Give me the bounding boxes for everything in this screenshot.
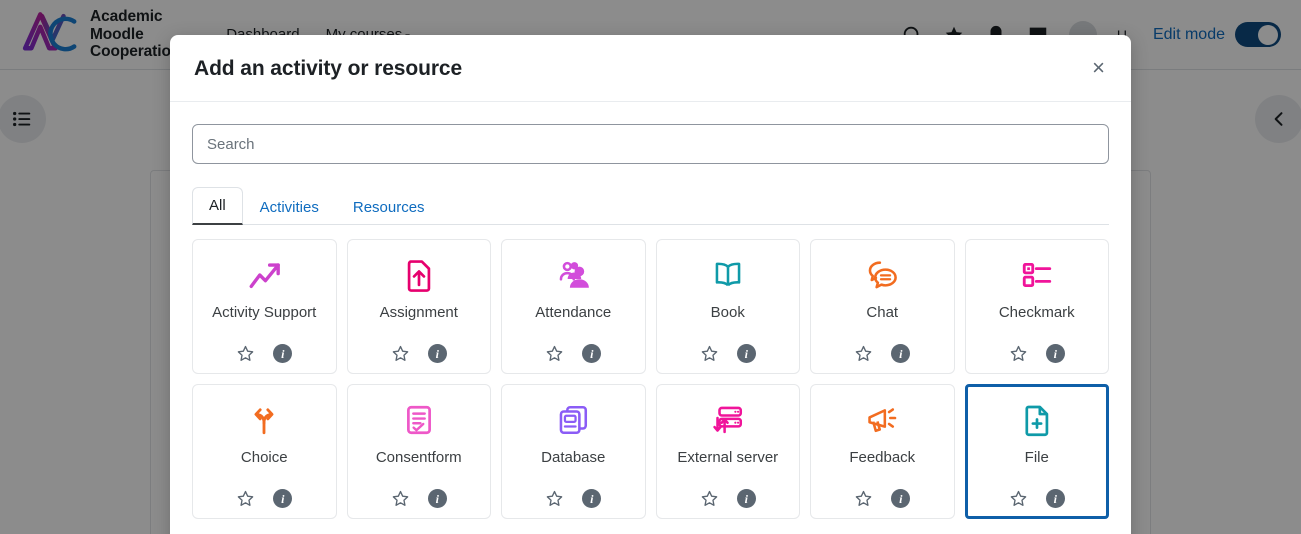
favourite-star-icon[interactable] — [236, 489, 255, 508]
chooser-card-attendance[interactable]: Attendance i — [501, 239, 646, 374]
chooser-card-label: Choice — [240, 449, 288, 466]
chooser-tabs: All Activities Resources — [192, 186, 1109, 225]
chooser-card-label: Chat — [866, 304, 899, 321]
trend-arrow-icon — [247, 256, 281, 294]
chooser-card-actions: i — [545, 479, 602, 508]
favourite-star-icon[interactable] — [391, 489, 410, 508]
chooser-card-file[interactable]: File i — [964, 384, 1109, 519]
favourite-star-icon[interactable] — [1009, 489, 1028, 508]
favourite-star-icon[interactable] — [854, 344, 873, 363]
info-icon[interactable]: i — [1045, 489, 1065, 508]
info-icon[interactable]: i — [427, 344, 447, 363]
info-icon[interactable]: i — [427, 489, 447, 508]
chooser-card-label: Checkmark — [998, 304, 1075, 321]
tab-all[interactable]: All — [192, 187, 243, 225]
favourite-star-icon[interactable] — [1009, 344, 1028, 363]
fork-arrows-icon — [247, 401, 281, 439]
chooser-card-assignment[interactable]: Assignment i — [346, 239, 491, 374]
close-icon[interactable]: × — [1090, 57, 1107, 79]
info-icon[interactable]: i — [736, 344, 756, 363]
modal-body: All Activities Resources Activity Suppor… — [170, 102, 1131, 534]
chooser-card-actions: i — [1009, 334, 1065, 363]
chooser-card-actions: i — [236, 334, 293, 363]
chooser-card-label: Book — [710, 304, 745, 321]
favourite-star-icon[interactable] — [236, 344, 255, 363]
page-title: Add an activity or resource — [194, 57, 463, 80]
chooser-card-actions: i — [700, 334, 756, 363]
favourite-star-icon[interactable] — [854, 489, 873, 508]
chooser-card-label: Database — [541, 449, 606, 466]
upload-file-icon — [402, 256, 436, 294]
chooser-card-actions: i — [236, 479, 293, 508]
info-icon[interactable]: i — [736, 489, 756, 508]
info-icon[interactable]: i — [582, 344, 602, 363]
chooser-card-label: Feedback — [849, 449, 916, 466]
form-check-icon — [402, 401, 436, 439]
page-root: Academic Moodle Cooperation Dashboard My… — [0, 0, 1301, 534]
chooser-card-label: Assignment — [379, 304, 458, 321]
chooser-card-label: External server — [677, 449, 779, 466]
tab-resources[interactable]: Resources — [336, 189, 442, 225]
chooser-card-choice[interactable]: Choice i — [192, 384, 337, 519]
modal-header: Add an activity or resource × — [170, 35, 1131, 102]
chat-bubbles-icon — [865, 256, 899, 294]
info-icon[interactable]: i — [891, 489, 911, 508]
chooser-card-actions: i — [854, 479, 911, 508]
people-group-icon — [556, 256, 590, 294]
chooser-card-chat[interactable]: Chat i — [810, 239, 955, 374]
server-sync-icon — [711, 401, 745, 439]
info-icon[interactable]: i — [582, 489, 602, 508]
chooser-card-label: Activity Support — [212, 304, 317, 321]
chooser-card-checkmark[interactable]: Checkmark i — [964, 239, 1109, 374]
chooser-card-feedback[interactable]: Feedback i — [810, 384, 955, 519]
chooser-card-actions: i — [700, 479, 756, 508]
favourite-star-icon[interactable] — [545, 344, 564, 363]
info-icon[interactable]: i — [273, 489, 293, 508]
chooser-card-actions: i — [545, 334, 602, 363]
file-plus-icon — [1020, 401, 1054, 439]
info-icon[interactable]: i — [1045, 344, 1065, 363]
chooser-card-label: Consentform — [375, 449, 462, 466]
chooser-card-external-server[interactable]: External server i — [655, 384, 800, 519]
tab-resources-label: Resources — [352, 199, 425, 216]
chooser-card-actions: i — [854, 334, 911, 363]
chooser-card-label: File — [1024, 449, 1049, 466]
favourite-star-icon[interactable] — [391, 344, 410, 363]
activity-chooser-modal: Add an activity or resource × All Activi… — [170, 35, 1131, 534]
chooser-card-actions: i — [1009, 479, 1065, 508]
chooser-card-activity-support[interactable]: Activity Support i — [192, 239, 337, 374]
megaphone-icon — [865, 401, 899, 439]
search-input[interactable] — [192, 124, 1109, 164]
checklist-icon — [1020, 256, 1054, 294]
info-icon[interactable]: i — [273, 344, 293, 363]
chooser-card-database[interactable]: Database i — [501, 384, 646, 519]
open-book-icon — [711, 256, 745, 294]
chooser-card-consentform[interactable]: Consentform i — [346, 384, 491, 519]
favourite-star-icon[interactable] — [545, 489, 564, 508]
chooser-card-actions: i — [391, 334, 447, 363]
chooser-card-book[interactable]: Book i — [655, 239, 800, 374]
info-icon[interactable]: i — [891, 344, 911, 363]
chooser-card-actions: i — [391, 479, 447, 508]
database-stack-icon — [556, 401, 590, 439]
favourite-star-icon[interactable] — [700, 489, 719, 508]
activity-chooser-grid: Activity Support i Assignment i Attendance i B… — [192, 225, 1109, 519]
tab-activities[interactable]: Activities — [243, 189, 336, 225]
chooser-card-label: Attendance — [535, 304, 612, 321]
tab-activities-label: Activities — [259, 199, 319, 216]
tab-all-label: All — [209, 197, 226, 214]
favourite-star-icon[interactable] — [700, 344, 719, 363]
